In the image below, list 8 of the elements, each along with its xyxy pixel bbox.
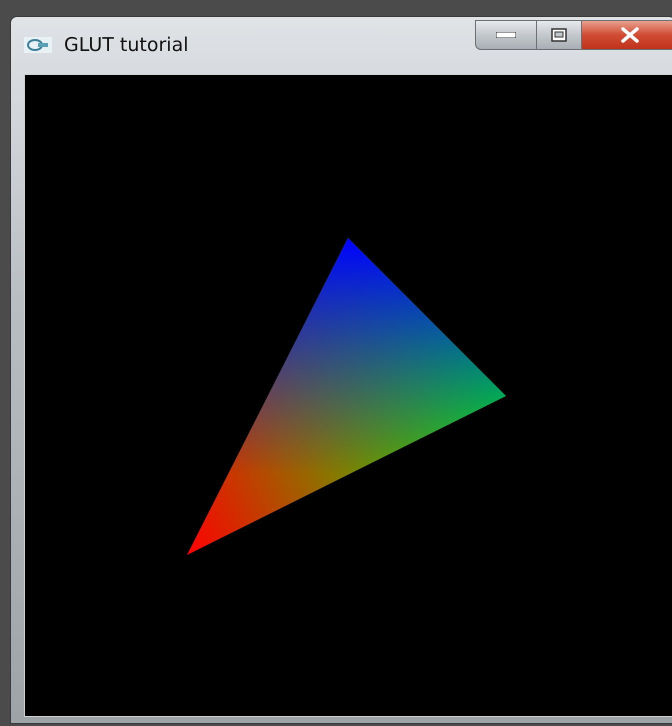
- app-icon: [24, 37, 52, 53]
- close-button[interactable]: [581, 20, 672, 50]
- minimize-icon: [496, 32, 516, 38]
- close-icon: [620, 27, 640, 43]
- window-title: GLUT tutorial: [64, 34, 188, 56]
- maximize-button[interactable]: [536, 20, 582, 50]
- minimize-button[interactable]: [475, 20, 537, 50]
- maximize-icon: [551, 28, 567, 42]
